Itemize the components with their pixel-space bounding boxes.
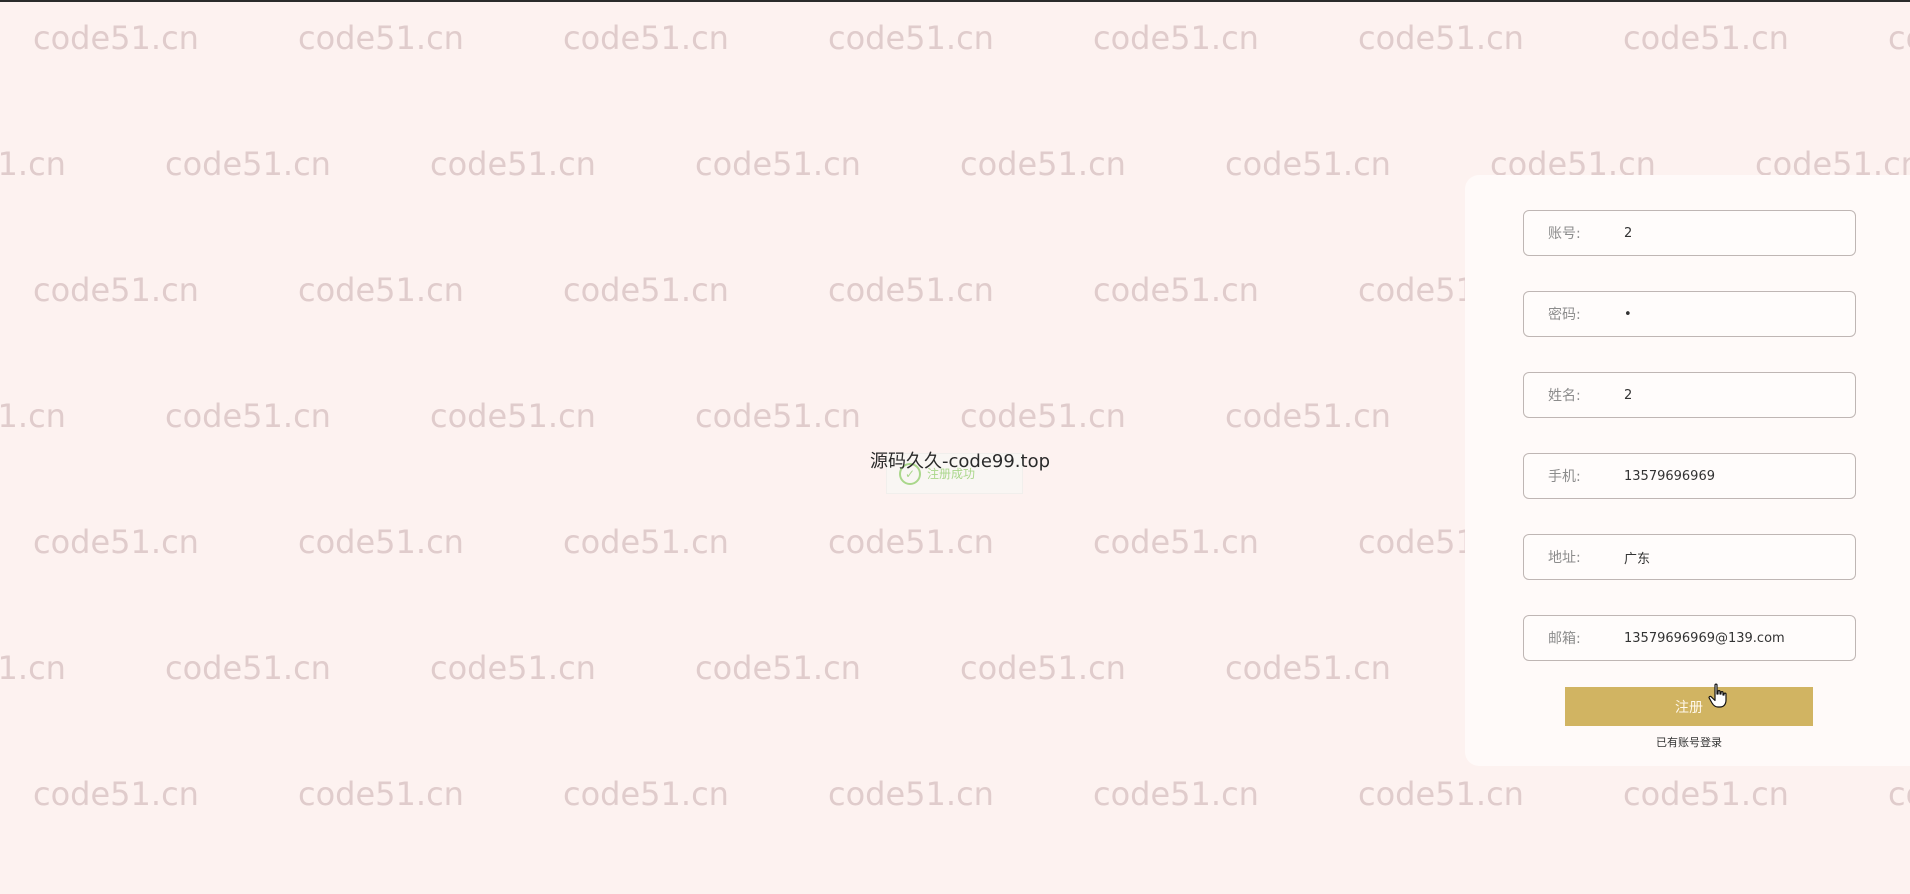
watermark-text: code51.cn: [828, 775, 994, 813]
watermark-text: code51.cn: [430, 397, 596, 435]
phone-field: 手机:: [1523, 453, 1856, 499]
account-input[interactable]: [1624, 211, 1855, 255]
watermark-text: code51.cn: [960, 145, 1126, 183]
email-input[interactable]: [1624, 616, 1855, 660]
watermark-text: code51.cn: [1093, 523, 1259, 561]
password-input[interactable]: [1624, 292, 1855, 336]
watermark-text: code51.cn: [960, 649, 1126, 687]
watermark-text: code51.cn: [563, 19, 729, 57]
watermark-text: code51.cn: [298, 19, 464, 57]
email-label: 邮箱:: [1548, 631, 1581, 647]
watermark-text: code51.cn: [298, 775, 464, 813]
watermark-text: code51.cn: [1225, 397, 1391, 435]
watermark-text: code51.cn: [695, 649, 861, 687]
name-label: 姓名:: [1548, 388, 1581, 404]
watermark-text: code51.cn: [695, 397, 861, 435]
watermark-text: code51.cn: [1888, 775, 1910, 813]
watermark-text: code51.cn: [1225, 145, 1391, 183]
watermark-text: code51.cn: [1093, 19, 1259, 57]
register-button[interactable]: 注册: [1565, 687, 1813, 726]
window-top-border: [0, 0, 1910, 2]
watermark-text: code51.cn: [828, 19, 994, 57]
watermark-text: code51.cn: [828, 523, 994, 561]
address-label: 地址:: [1548, 550, 1581, 566]
watermark-text: code51.cn: [1093, 775, 1259, 813]
watermark-text: code51.cn: [1093, 271, 1259, 309]
watermark-text: code51.cn: [430, 649, 596, 687]
register-form-card: 账号: 密码: 姓名: 手机: 地址: 邮箱: 注册 已有账号登录: [1465, 175, 1910, 766]
watermark-text: code51.cn: [828, 271, 994, 309]
name-input[interactable]: [1624, 373, 1855, 417]
watermark-text: code51.cn: [298, 271, 464, 309]
phone-input[interactable]: [1624, 454, 1855, 498]
watermark-text: code51.cn: [563, 523, 729, 561]
account-field: 账号:: [1523, 210, 1856, 256]
phone-label: 手机:: [1548, 469, 1581, 485]
password-label: 密码:: [1548, 307, 1581, 323]
watermark-text: code51.cn: [0, 397, 66, 435]
watermark-text: code51.cn: [0, 145, 66, 183]
watermark-text: code51.cn: [33, 523, 199, 561]
watermark-text: code51.cn: [165, 397, 331, 435]
watermark-text: code51.cn: [165, 649, 331, 687]
watermark-text: code51.cn: [960, 397, 1126, 435]
watermark-text: code51.cn: [165, 145, 331, 183]
source-watermark-text: 源码久久-code99.top: [870, 451, 1051, 472]
watermark-text: code51.cn: [695, 145, 861, 183]
watermark-text: code51.cn: [298, 523, 464, 561]
watermark-text: code51.cn: [1358, 775, 1524, 813]
password-field: 密码:: [1523, 291, 1856, 337]
address-field: 地址:: [1523, 534, 1856, 580]
name-field: 姓名:: [1523, 372, 1856, 418]
watermark-text: code51.cn: [563, 775, 729, 813]
watermark-text: code51.cn: [1623, 19, 1789, 57]
watermark-text: code51.cn: [1888, 19, 1910, 57]
login-link[interactable]: 已有账号登录: [1465, 734, 1910, 750]
watermark-text: code51.cn: [33, 19, 199, 57]
account-label: 账号:: [1548, 226, 1581, 242]
watermark-text: code51.cn: [1225, 649, 1391, 687]
watermark-text: code51.cn: [33, 271, 199, 309]
address-input[interactable]: [1624, 535, 1855, 579]
watermark-text: code51.cn: [0, 649, 66, 687]
watermark-text: code51.cn: [563, 271, 729, 309]
hand-cursor-icon: [1708, 683, 1727, 708]
email-field: 邮箱:: [1523, 615, 1856, 661]
watermark-text: code51.cn: [430, 145, 596, 183]
watermark-text: code51.cn: [33, 775, 199, 813]
watermark-text: code51.cn: [1623, 775, 1789, 813]
watermark-text: code51.cn: [1358, 19, 1524, 57]
